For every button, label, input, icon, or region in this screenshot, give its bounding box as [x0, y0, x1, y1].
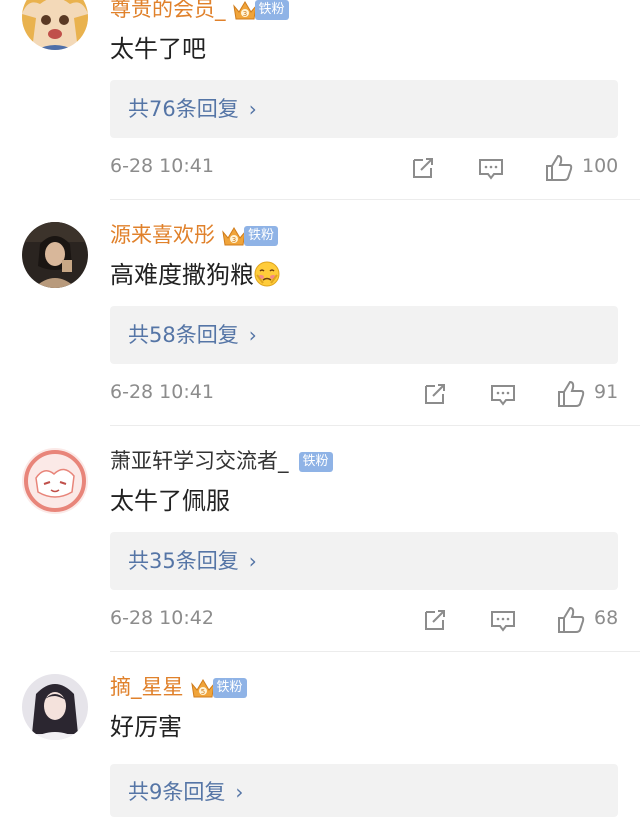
comment-icon[interactable] [476, 153, 506, 183]
username[interactable]: 摘_星星 5 铁粉 [110, 674, 247, 700]
avatar[interactable] [22, 674, 88, 740]
username-text[interactable]: 萧亚轩学习交流者_ [110, 449, 289, 473]
reply-box[interactable]: 共58条回复 › [110, 306, 618, 364]
comment-text-content: 高难度撒狗粮 [110, 261, 254, 289]
divider [110, 425, 640, 426]
like-count: 91 [594, 381, 619, 403]
crown-icon: 3 [232, 0, 258, 22]
badges: 3 铁粉 [232, 0, 289, 22]
divider [110, 651, 640, 652]
repost-icon[interactable] [420, 605, 450, 635]
reply-count-text[interactable]: 共58条回复 [128, 323, 239, 347]
badges: 5 铁粉 [190, 676, 247, 700]
reply-count-text[interactable]: 共9条回复 [128, 780, 225, 804]
comment-item: 萧亚轩学习交流者_ 铁粉 太牛了佩服 共35条回复 › 6-28 10:42 68 [0, 432, 640, 658]
reply-box[interactable]: 共76条回复 › [110, 80, 618, 138]
meta-row: 6-28 10:42 68 [0, 603, 640, 639]
chevron-right-icon: › [235, 780, 244, 804]
avatar-image [22, 0, 88, 50]
chevron-right-icon: › [248, 97, 257, 121]
comment-icon[interactable] [488, 379, 518, 409]
like-icon[interactable] [556, 379, 586, 409]
username-text[interactable]: 尊贵的会员_ [110, 0, 226, 21]
svg-text:3: 3 [242, 10, 246, 18]
reply-box[interactable]: 共9条回复 › [110, 764, 618, 817]
reply-link[interactable]: 共76条回复 › [128, 95, 257, 123]
repost-icon[interactable] [420, 379, 450, 409]
avatar-image [22, 222, 88, 288]
comment-icon[interactable] [488, 605, 518, 635]
svg-text:5: 5 [200, 688, 204, 696]
fan-badge: 铁粉 [254, 0, 289, 20]
username[interactable]: 源来喜欢彤 3 铁粉 [110, 222, 279, 248]
username[interactable]: 尊贵的会员_ 3 铁粉 [110, 0, 289, 22]
username-text[interactable]: 源来喜欢彤 [110, 223, 215, 247]
comment-item: 摘_星星 5 铁粉 好厉害 共9条回复 › [0, 658, 640, 817]
comment-text: 高难度撒狗粮 [110, 260, 280, 290]
repost-icon[interactable] [408, 153, 438, 183]
username-text[interactable]: 摘_星星 [110, 675, 184, 699]
svg-text:3: 3 [232, 236, 236, 244]
comment-text: 好厉害 [110, 713, 182, 741]
reply-count-text[interactable]: 共76条回复 [128, 97, 239, 121]
fan-badge: 铁粉 [244, 226, 279, 246]
username[interactable]: 萧亚轩学习交流者_ 铁粉 [110, 448, 333, 474]
comment-item: 尊贵的会员_ 3 铁粉 太牛了吧 共76条回复 › 6-28 10:41 100 [0, 0, 640, 206]
crown-icon: 5 [190, 676, 216, 700]
reply-count-text[interactable]: 共35条回复 [128, 549, 239, 573]
chevron-right-icon: › [248, 323, 257, 347]
meta-row: 6-28 10:41 100 [0, 151, 640, 187]
avatar[interactable] [22, 222, 88, 288]
like-count: 100 [582, 155, 619, 177]
blush-emoji-icon [254, 261, 280, 287]
comment-item: 源来喜欢彤 3 铁粉 高难度撒狗粮 共58条回复 › 6-28 10:41 91 [0, 206, 640, 432]
badges: 铁粉 [295, 452, 333, 472]
fan-badge: 铁粉 [212, 678, 247, 698]
reply-link[interactable]: 共35条回复 › [128, 547, 257, 575]
avatar[interactable] [22, 448, 88, 514]
like-icon[interactable] [544, 153, 574, 183]
chevron-right-icon: › [248, 549, 257, 573]
avatar[interactable] [22, 0, 88, 50]
avatar-image [22, 674, 88, 740]
badges: 3 铁粉 [221, 224, 279, 248]
fan-badge: 铁粉 [298, 452, 333, 472]
comment-text: 太牛了佩服 [110, 487, 230, 515]
meta-row: 6-28 10:41 91 [0, 377, 640, 413]
avatar-image [22, 448, 88, 514]
like-icon[interactable] [556, 605, 586, 635]
like-count: 68 [594, 607, 619, 629]
reply-link[interactable]: 共9条回复 › [128, 778, 243, 806]
divider [110, 199, 640, 200]
reply-link[interactable]: 共58条回复 › [128, 321, 257, 349]
comment-text: 太牛了吧 [110, 35, 206, 63]
timestamp: 6-28 10:41 [110, 381, 214, 403]
reply-box[interactable]: 共35条回复 › [110, 532, 618, 590]
timestamp: 6-28 10:42 [110, 607, 214, 629]
timestamp: 6-28 10:41 [110, 155, 214, 177]
